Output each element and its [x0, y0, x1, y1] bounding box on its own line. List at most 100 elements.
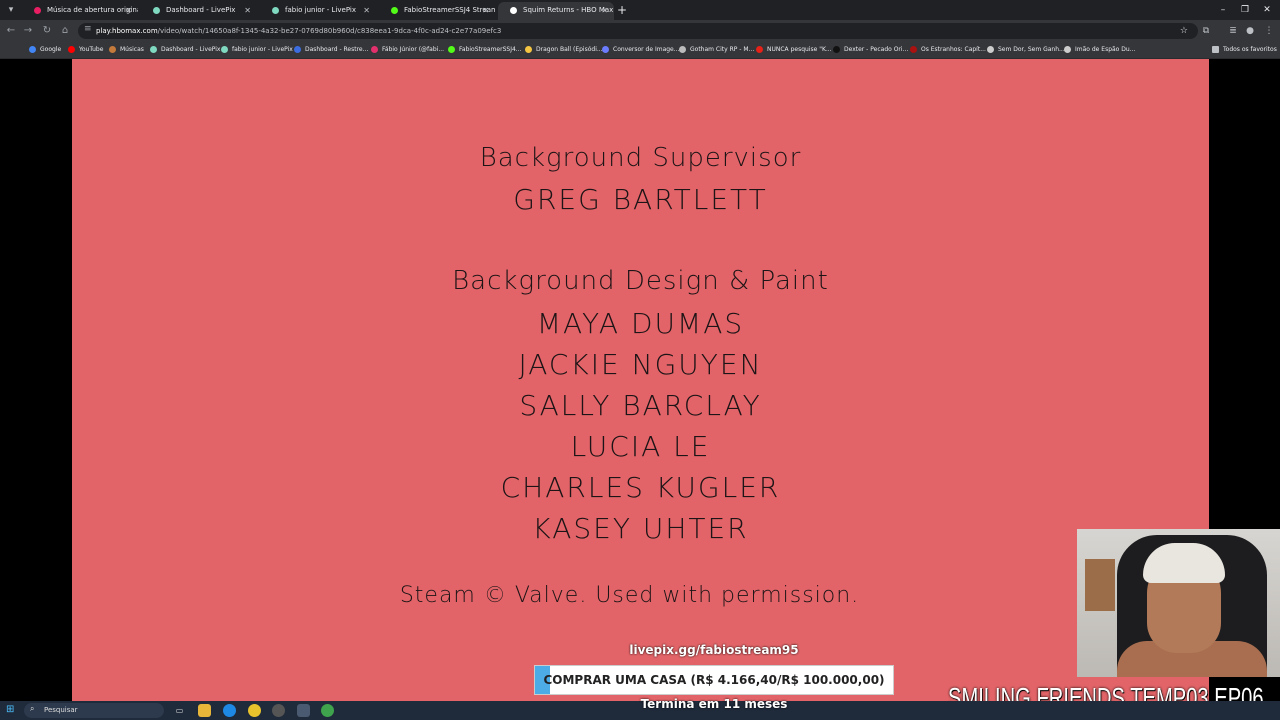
url-text: play.hbomax.com/video/watch/14650a8f-134…	[96, 27, 502, 35]
tab-search-icon[interactable]: ▾	[4, 3, 18, 17]
credit-note: Steam © Valve. Used with permission.	[399, 583, 860, 608]
tab-close-icon[interactable]: ✕	[125, 2, 132, 19]
livepix-url-label: livepix.gg/fabiostream95	[629, 643, 799, 657]
credit-name: CHARLES KUGLER	[500, 471, 781, 504]
tab-close-icon[interactable]: ✕	[482, 2, 489, 19]
streaming-icon	[910, 46, 917, 53]
forward-icon[interactable]: →	[21, 24, 35, 38]
bookmark-item[interactable]: Conversor de Image...	[602, 42, 679, 58]
browser-tab[interactable]: FabioStreamerSSJ4 Stream - W ✕	[379, 2, 495, 20]
maximize-icon[interactable]: ❐	[1234, 0, 1256, 20]
instagram-icon	[371, 46, 378, 53]
bookmark-item[interactable]: Dashboard - LivePix	[150, 42, 221, 58]
credit-name: GREG BARTLETT	[513, 183, 768, 216]
bookmarks-bar: Google YouTube Músicas Dashboard - LiveP…	[0, 42, 1280, 59]
tab-close-icon[interactable]: ✕	[244, 2, 251, 19]
app-icon[interactable]	[321, 704, 334, 717]
site-info-icon[interactable]: ≡	[84, 24, 92, 34]
all-bookmarks-folder[interactable]: Todos os favoritos	[1212, 42, 1277, 58]
tab-close-icon[interactable]: ✕	[601, 2, 608, 19]
bookmark-item[interactable]: FabioStreamerSSJ4...	[448, 42, 522, 58]
back-icon[interactable]: ←	[4, 24, 18, 38]
bookmark-item[interactable]: Sem Dor, Sem Ganh...	[987, 42, 1065, 58]
browser-tab-active[interactable]: Squim Returns - HBO Max ✕	[498, 2, 614, 20]
credit-name: KASEY UHTER	[532, 512, 749, 545]
tab-favicon-icon	[272, 6, 279, 14]
tab-title: Squim Returns - HBO Max	[523, 6, 614, 14]
minimize-icon[interactable]: –	[1212, 0, 1234, 20]
webcam-box	[1085, 559, 1115, 611]
window-close-icon[interactable]: ✕	[1256, 0, 1278, 20]
webcam-overlay	[1077, 529, 1280, 677]
bookmark-item[interactable]: Google	[29, 42, 61, 58]
search-icon: ⌕	[30, 704, 35, 713]
bookmark-item[interactable]: Dashboard - Restre...	[294, 42, 368, 58]
donation-goal-remaining: Termina em 11 meses	[640, 697, 788, 711]
bookmark-item[interactable]: Gotham City RP - M...	[679, 42, 754, 58]
converter-icon	[602, 46, 609, 53]
credit-name: JACKIE NGUYEN	[518, 348, 763, 381]
credit-role: Background Design & Paint	[452, 266, 829, 296]
bookmark-item[interactable]: NUNCA pesquise "K...	[756, 42, 832, 58]
bookmark-item[interactable]: YouTube	[68, 42, 103, 58]
tab-title: Dashboard - LivePix	[166, 6, 236, 14]
google-icon	[29, 46, 36, 53]
folder-icon	[1212, 46, 1219, 53]
restream-icon	[294, 46, 301, 53]
new-tab-icon[interactable]: +	[617, 2, 627, 18]
end-credits-frame: Background Supervisor GREG BARTLETT Back…	[72, 59, 1209, 701]
bookmark-item[interactable]: Fábio Júnior (@fabi...	[371, 42, 444, 58]
taskbar-search[interactable]: ⌕ Pesquisar	[24, 703, 164, 718]
browser-toolbar: ← → ↻ ⌂ ≡ play.hbomax.com/video/watch/14…	[0, 20, 1280, 42]
bookmark-item[interactable]: Músicas	[109, 42, 144, 58]
livepix-icon	[221, 46, 228, 53]
menu-kebab-icon[interactable]: ⋮	[1262, 24, 1276, 38]
tab-favicon-icon	[391, 6, 398, 14]
donation-goal-text: COMPRAR UMA CASA (R$ 4.166,40/R$ 100.000…	[543, 673, 885, 687]
credit-name: SALLY BARCLAY	[519, 389, 762, 422]
tab-favicon-icon	[510, 6, 517, 14]
browser-tab[interactable]: fabio junior - LivePix ✕	[260, 2, 376, 20]
chrome-icon[interactable]	[248, 704, 261, 717]
credit-role: Background Supervisor	[479, 143, 802, 173]
kick-icon	[448, 46, 455, 53]
file-explorer-icon[interactable]	[198, 704, 211, 717]
reload-icon[interactable]: ↻	[40, 24, 54, 38]
livepix-icon	[150, 46, 157, 53]
browser-tab-strip: ▾ Música de abertura original do ✕ Dashb…	[0, 0, 1280, 20]
credit-name: MAYA DUMAS	[536, 307, 745, 340]
tab-title: fabio junior - LivePix	[285, 6, 356, 14]
extensions-icon[interactable]: ⧉	[1199, 24, 1213, 38]
tab-close-icon[interactable]: ✕	[363, 2, 370, 19]
media-control-icon[interactable]: ≣	[1226, 24, 1240, 38]
bookmark-star-icon[interactable]: ☆	[1180, 23, 1188, 39]
home-icon[interactable]: ⌂	[58, 24, 72, 38]
bookmark-item[interactable]: Dragon Ball (Episódi...	[525, 42, 603, 58]
youtube-icon	[756, 46, 763, 53]
donation-goal-bar: COMPRAR UMA CASA (R$ 4.166,40/R$ 100.000…	[534, 665, 894, 695]
task-view-icon[interactable]: ▭	[173, 704, 186, 717]
bookmark-item[interactable]: fabio junior - LivePix	[221, 42, 293, 58]
windows-start-icon[interactable]: ⊞	[6, 704, 18, 716]
credit-name: LUCIA LE	[570, 430, 711, 463]
youtube-icon	[68, 46, 75, 53]
folder-icon	[109, 46, 116, 53]
folder-icon	[525, 46, 532, 53]
globe-icon	[987, 46, 994, 53]
chrome-active-icon[interactable]	[297, 704, 310, 717]
edge-icon[interactable]	[223, 704, 236, 717]
gotham-icon	[679, 46, 686, 53]
bookmark-item[interactable]: Dexter - Pecado Ori...	[833, 42, 908, 58]
globe-icon	[1064, 46, 1071, 53]
streaming-icon	[833, 46, 840, 53]
browser-tab[interactable]: Dashboard - LivePix ✕	[141, 2, 257, 20]
profile-icon[interactable]: ●	[1243, 24, 1257, 38]
tab-favicon-icon	[34, 6, 41, 14]
obs-icon[interactable]	[272, 704, 285, 717]
bookmark-item[interactable]: Os Estranhos: Capít...	[910, 42, 986, 58]
webcam-person-hair	[1143, 543, 1225, 583]
search-placeholder: Pesquisar	[44, 706, 78, 714]
browser-tab[interactable]: Música de abertura original do ✕	[22, 2, 138, 20]
bookmark-item[interactable]: Imão de Espão Du...	[1064, 42, 1135, 58]
address-bar[interactable]: ≡ play.hbomax.com/video/watch/14650a8f-1…	[78, 23, 1198, 39]
